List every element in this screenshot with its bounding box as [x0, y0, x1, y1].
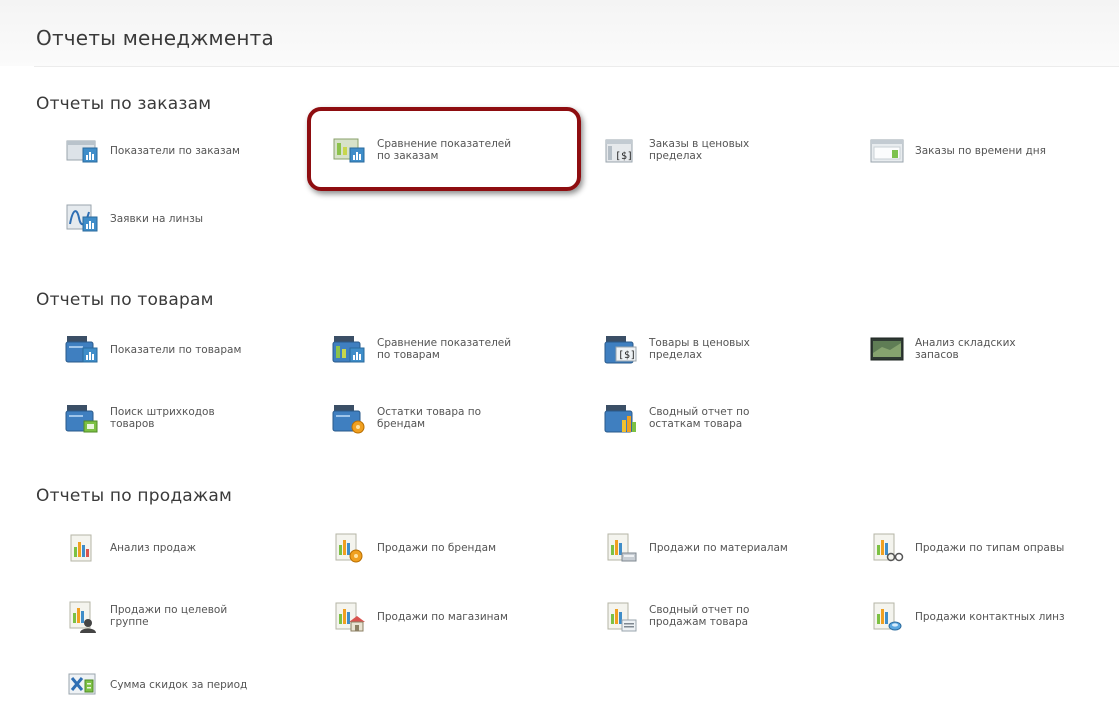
report-link-sales-by-material[interactable]: Продажи по материалам — [604, 531, 854, 575]
report-link-sales-by-target-group[interactable]: Продажи по целевой группе — [65, 600, 315, 644]
section-title-orders: Отчеты по заказам — [36, 94, 212, 114]
report-label: Анализ продаж — [110, 542, 197, 554]
report-label: Заявки на линзы — [110, 213, 204, 225]
sales-by-target-group-icon — [69, 601, 96, 633]
section-title-sales: Отчеты по продажам — [36, 486, 233, 506]
report-label: Продажи по материалам — [649, 542, 788, 554]
product-stats-icon — [65, 336, 98, 363]
report-label: Поиск штрихкодов товаров — [110, 406, 215, 430]
stock-by-brand-icon — [332, 405, 365, 434]
report-label: Заказы по времени дня — [915, 145, 1046, 157]
report-label: Анализ складских запасов — [915, 337, 1016, 361]
report-link-time-of-day[interactable]: Заказы по времени дня — [870, 134, 1119, 178]
report-label: Продажи по магазинам — [377, 611, 508, 623]
report-label: Продажи по брендам — [377, 542, 497, 554]
page-title: Отчеты менеджмента — [36, 26, 274, 50]
product-compare-icon — [332, 336, 365, 363]
report-label: Показатели по товарам — [110, 344, 242, 356]
time-of-day-icon — [870, 139, 904, 163]
sales-by-store-icon — [335, 602, 365, 632]
report-link-order-stats[interactable]: Показатели по заказам — [65, 134, 315, 178]
management-reports-page: Отчеты менеджмента Отчеты по заказам Пок… — [0, 0, 1119, 702]
header-bar: Отчеты менеджмента — [0, 0, 1119, 67]
report-label: Продажи контактных линз — [915, 611, 1065, 623]
svg-text:[$]: [$] — [615, 151, 633, 162]
discount-total-icon — [68, 673, 96, 695]
price-range-icon: [$] — [605, 139, 633, 163]
section-title-products: Отчеты по товарам — [36, 290, 214, 310]
sales-by-brand-icon — [335, 533, 363, 563]
sales-summary-icon — [607, 602, 637, 632]
lens-requests-icon — [66, 204, 98, 232]
report-label: Продажи по целевой группе — [110, 604, 228, 628]
report-label: Товары в ценовых пределах — [649, 337, 750, 361]
report-link-product-price-range[interactable]: [$] Товары в ценовых пределах — [604, 333, 854, 377]
report-link-product-compare[interactable]: Сравнение показателей по товарам — [332, 333, 582, 377]
report-link-price-range[interactable]: [$] Заказы в ценовых пределах — [604, 134, 854, 178]
highlight-frame — [307, 107, 581, 191]
report-link-stock-analysis[interactable]: Анализ складских запасов — [870, 333, 1119, 377]
barcode-search-icon — [65, 405, 98, 433]
report-link-sales-by-store[interactable]: Продажи по магазинам — [332, 600, 582, 644]
sales-analysis-icon — [70, 534, 92, 562]
product-price-range-icon: [$] — [604, 336, 637, 364]
stock-summary-icon — [604, 405, 636, 433]
report-label: Сравнение показателей по товарам — [377, 337, 512, 361]
report-link-discount-total[interactable]: Сумма скидок за период — [65, 668, 315, 712]
report-label: Заказы в ценовых пределах — [649, 138, 750, 162]
report-label: Сумма скидок за период — [110, 679, 248, 691]
report-link-barcode-search[interactable]: Поиск штрихкодов товаров — [65, 402, 315, 446]
report-link-sales-summary[interactable]: Сводный отчет по продажам товара — [604, 600, 854, 644]
report-link-lens-requests[interactable]: Заявки на линзы — [65, 202, 315, 246]
report-label: Продажи по типам оправы — [915, 542, 1065, 554]
header-divider — [34, 66, 1119, 67]
report-link-stock-by-brand[interactable]: Остатки товара по брендам — [332, 402, 582, 446]
stock-analysis-icon — [870, 337, 904, 361]
report-label: Сводный отчет по продажам товара — [649, 604, 750, 628]
report-link-stock-summary[interactable]: Сводный отчет по остаткам товара — [604, 402, 854, 446]
order-stats-icon — [66, 140, 98, 163]
report-link-product-stats[interactable]: Показатели по товарам — [65, 333, 315, 377]
sales-by-material-icon — [607, 533, 637, 562]
report-label: Сводный отчет по остаткам товара — [649, 406, 750, 430]
sales-by-frame-type-icon — [873, 533, 904, 562]
report-link-contact-lens-sales[interactable]: Продажи контактных линз — [870, 600, 1119, 644]
svg-text:[$]: [$] — [618, 350, 636, 361]
contact-lens-sales-icon — [873, 602, 902, 631]
report-link-sales-by-frame-type[interactable]: Продажи по типам оправы — [870, 531, 1119, 575]
report-link-sales-analysis[interactable]: Анализ продаж — [65, 531, 315, 575]
report-link-sales-by-brand[interactable]: Продажи по брендам — [332, 531, 582, 575]
report-label: Остатки товара по брендам — [377, 406, 482, 430]
report-label: Показатели по заказам — [110, 145, 240, 157]
